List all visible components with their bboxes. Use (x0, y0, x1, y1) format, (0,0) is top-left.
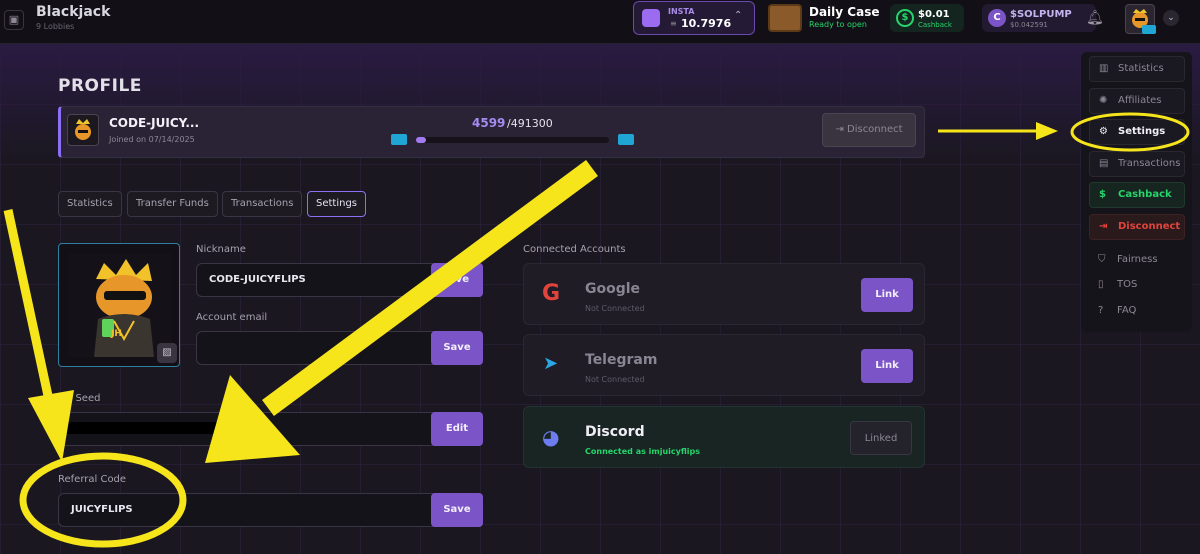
annotation-arrow-left (3, 209, 74, 462)
annotation-arrow-diagonal (205, 159, 598, 463)
annotation-ellipse-referral (19, 452, 187, 548)
annotation-arrow-right (938, 122, 1058, 140)
annotation-overlay (3, 112, 1190, 548)
annotation-ellipse-settings (1070, 112, 1190, 152)
